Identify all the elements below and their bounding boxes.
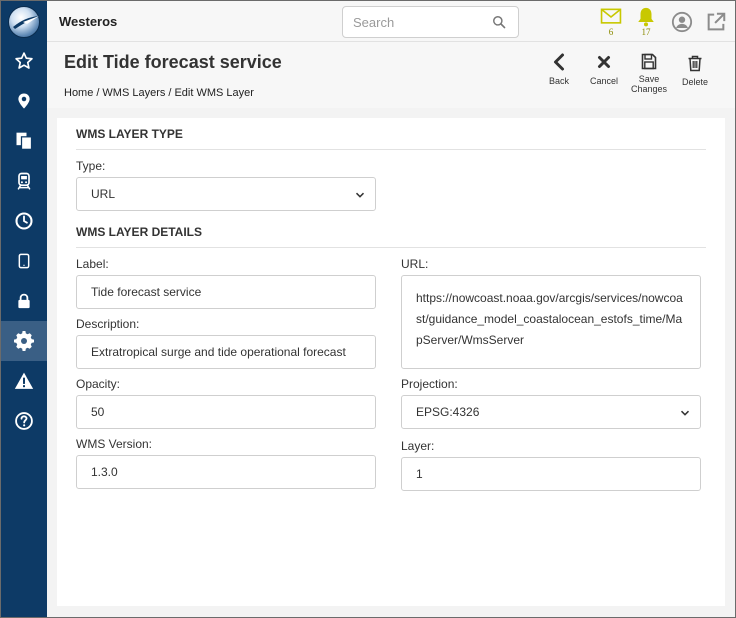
wms-version-field-label: WMS Version: — [76, 437, 153, 451]
page-header: Edit Tide forecast service Home / WMS Laye… — [47, 42, 735, 108]
chevron-down-icon — [680, 410, 690, 416]
section-title-details: WMS LAYER DETAILS — [76, 225, 203, 239]
label-field-label: Label: — [76, 257, 109, 271]
trash-icon — [688, 55, 702, 72]
train-icon — [17, 172, 31, 190]
external-link-icon — [707, 12, 726, 31]
wms-version-input[interactable]: 1.3.0 — [76, 455, 376, 489]
sidebar-item-devices[interactable] — [1, 241, 47, 281]
map-marker-icon — [18, 93, 30, 109]
label-value: Tide forecast service — [91, 285, 202, 299]
sidebar-item-history[interactable] — [1, 201, 47, 241]
open-external-button[interactable] — [703, 6, 729, 38]
sidebar-item-settings[interactable] — [1, 321, 47, 361]
search-icon[interactable] — [492, 15, 506, 29]
sidebar-item-documents[interactable] — [1, 121, 47, 161]
section-divider — [76, 247, 706, 248]
projection-selected-value: EPSG:4326 — [416, 405, 480, 419]
save-label: Save Changes — [630, 74, 668, 94]
description-field-label: Description: — [76, 317, 140, 331]
chevron-down-icon — [355, 192, 365, 198]
sidebar-item-favorites[interactable] — [1, 41, 47, 81]
app-window: Westeros 6 17 Edit Tide forecast service… — [0, 0, 736, 618]
app-logo[interactable] — [8, 6, 40, 38]
delete-button[interactable]: Delete — [673, 55, 717, 87]
layer-field-label: Layer: — [401, 439, 435, 453]
breadcrumb: Home / WMS Layers / Edit WMS Layer — [64, 87, 254, 99]
tablet-icon — [18, 253, 30, 269]
breadcrumb-home[interactable]: Home — [64, 87, 93, 99]
envelope-icon — [600, 8, 622, 24]
opacity-field-label: Opacity: — [76, 377, 121, 391]
type-selected-value: URL — [91, 187, 116, 201]
breadcrumb-current: Edit WMS Layer — [174, 87, 254, 99]
search-box[interactable] — [342, 6, 519, 38]
sidebar — [1, 1, 47, 617]
help-icon — [15, 412, 33, 430]
search-input[interactable] — [343, 7, 483, 37]
messages-button[interactable]: 6 — [598, 6, 624, 38]
lock-icon — [18, 293, 30, 309]
opacity-value: 50 — [91, 405, 105, 419]
breadcrumb-wms-layers[interactable]: WMS Layers — [102, 87, 165, 99]
delete-label: Delete — [681, 77, 708, 87]
cancel-button[interactable]: Cancel — [582, 52, 626, 86]
opacity-input[interactable]: 50 — [76, 395, 376, 429]
alerts-button[interactable]: 17 — [633, 6, 659, 38]
projection-field-label: Projection: — [401, 377, 458, 391]
section-title-type: WMS LAYER TYPE — [76, 127, 183, 141]
documents-icon — [16, 132, 33, 150]
star-icon — [15, 52, 33, 69]
messages-count: 6 — [608, 27, 614, 37]
layer-value: 1 — [416, 467, 423, 481]
section-divider — [76, 149, 706, 150]
gear-icon — [14, 331, 34, 351]
layer-input[interactable]: 1 — [401, 457, 701, 491]
bell-icon — [638, 7, 654, 27]
projection-select[interactable]: EPSG:4326 — [401, 395, 701, 429]
wms-version-value: 1.3.0 — [91, 465, 118, 479]
url-value: https://nowcoast.noaa.gov/arcgis/service… — [416, 291, 683, 347]
back-button[interactable]: Back — [537, 52, 581, 86]
sidebar-item-locations[interactable] — [1, 81, 47, 121]
form-card: WMS LAYER TYPE Type: URL WMS LAYER DETAI… — [57, 118, 725, 606]
save-changes-button[interactable]: Save Changes — [627, 53, 671, 94]
cancel-label: Cancel — [589, 76, 618, 86]
user-icon — [671, 11, 693, 33]
chevron-left-icon — [554, 53, 564, 71]
description-value: Extratropical surge and tide operational… — [91, 345, 346, 359]
top-bar: Westeros 6 17 — [47, 1, 735, 42]
sidebar-item-alerts[interactable] — [1, 361, 47, 401]
profile-button[interactable] — [669, 6, 695, 38]
url-field-label: URL: — [401, 257, 429, 271]
back-label: Back — [548, 76, 569, 86]
close-icon — [598, 56, 610, 68]
clock-icon — [15, 212, 33, 230]
warning-icon — [14, 372, 34, 389]
app-title: Westeros — [59, 14, 118, 29]
sidebar-item-security[interactable] — [1, 281, 47, 321]
alerts-count: 17 — [641, 27, 651, 37]
description-input[interactable]: Extratropical surge and tide operational… — [76, 335, 376, 369]
floppy-disk-icon — [641, 53, 657, 70]
label-input[interactable]: Tide forecast service — [76, 275, 376, 309]
page-title: Edit Tide forecast service — [64, 52, 282, 72]
url-textarea[interactable]: https://nowcoast.noaa.gov/arcgis/service… — [401, 275, 701, 369]
type-label: Type: — [76, 159, 106, 173]
sidebar-item-help[interactable] — [1, 401, 47, 441]
type-select[interactable]: URL — [76, 177, 376, 211]
sidebar-item-transport[interactable] — [1, 161, 47, 201]
